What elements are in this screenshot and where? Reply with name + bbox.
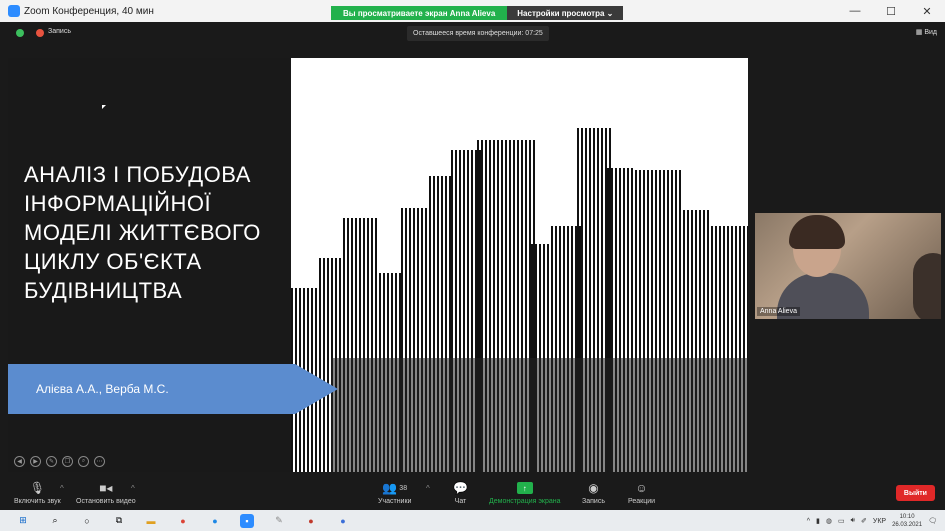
mouse-cursor-icon [102, 105, 106, 109]
start-menu-icon[interactable]: ⊞ [16, 514, 30, 528]
leave-button[interactable]: Выйти [895, 485, 935, 501]
zoom-window: Zoom Конференция, 40 мин Вы просматривае… [0, 0, 945, 531]
zoom-logo-icon [8, 5, 20, 17]
share-notice: Вы просматриваете экран Anna Alieva [331, 6, 508, 20]
pen-workspace-icon[interactable]: ✐ [861, 517, 867, 525]
slide-title: АНАЛІЗ І ПОБУДОВА ІНФОРМАЦІЙНОЇ МОДЕЛІ Ж… [24, 162, 261, 303]
windows-taskbar: ⊞ ⌕ ○ ⧉ ▬ ● ● ▪ ✎ ● ● ^ ▮ ◍ ▭ 🔊︎ ✐ УКР 1… [0, 510, 945, 531]
window-title: Zoom Конференция, 40 мин [24, 5, 154, 17]
reactions-button[interactable]: ☺ Реакции [628, 480, 655, 505]
stop-video-label: Остановить видео [76, 498, 136, 505]
stop-video-button[interactable]: ■◂ Остановить видео [76, 480, 136, 505]
skyline-stripe [323, 258, 325, 472]
meeting-toolbar: 🎙︎ Включить звук ^ ■◂ Остановить видео ^… [0, 476, 945, 510]
pen-icon[interactable]: ✎ [46, 456, 57, 467]
authors-banner: Алієва А.А., Верба М.С. [8, 364, 338, 414]
network-icon[interactable]: ◍ [826, 517, 832, 525]
participant-name: Anna Alieva [757, 307, 800, 316]
skyline-shadow [331, 358, 748, 472]
clock[interactable]: 10:10 26.03.2021 [892, 513, 922, 529]
record-button[interactable]: ◉ Запись [582, 480, 605, 505]
cortana-icon[interactable]: ○ [80, 514, 94, 528]
skyline-stripe [327, 258, 329, 472]
view-options-button[interactable]: Настройки просмотра ⌄ [507, 6, 624, 20]
reactions-icon: ☺ [635, 481, 648, 495]
next-slide-icon[interactable]: ▶ [30, 456, 41, 467]
paint-icon[interactable]: ✎ [272, 514, 286, 528]
search-icon[interactable]: ⌕ [48, 514, 62, 528]
city-skyline-image [291, 58, 748, 472]
video-options-caret-icon[interactable]: ^ [131, 484, 135, 493]
system-tray: ^ ▮ ◍ ▭ 🔊︎ ✐ УКР 10:10 26.03.2021 🗨︎ [807, 513, 937, 529]
chrome-icon[interactable]: ● [176, 514, 190, 528]
more-icon[interactable]: ⋯ [94, 456, 105, 467]
participants-caret-icon[interactable]: ^ [426, 484, 430, 493]
chat-icon: 💬 [453, 481, 468, 495]
volume-icon[interactable]: 🔊︎ [851, 517, 855, 525]
usb-icon[interactable]: ▮ [816, 517, 820, 525]
skyline-stripe [319, 258, 321, 472]
screen-share-banner: Вы просматриваете экран Anna Alieva Наст… [331, 6, 624, 20]
record-label: Запись [582, 498, 605, 505]
participants-count: 38 [399, 484, 408, 492]
participants-label: Участники [378, 498, 412, 505]
participant-hair [789, 215, 845, 249]
participants-icon: 👥 38 [382, 481, 408, 495]
participants-button[interactable]: 👥 38 Участники [378, 480, 411, 505]
reactions-label: Реакции [628, 498, 656, 505]
telegram-icon[interactable]: ● [336, 514, 350, 528]
view-label: Вид [924, 29, 937, 36]
copy-icon[interactable]: ❐ [62, 456, 73, 467]
share-screen-button[interactable]: ↑ Демонстрация экрана [489, 480, 561, 505]
meeting-top-strip: Запись Оставшееся время конференции: 07:… [0, 22, 945, 44]
record-icon: ◉ [588, 481, 599, 495]
clock-time: 10:10 [899, 514, 915, 520]
chat-button[interactable]: 💬 Чат [453, 480, 468, 505]
edge-icon[interactable]: ● [208, 514, 222, 528]
remaining-time: Оставшееся время конференции: 07:25 [407, 26, 549, 41]
share-screen-icon: ↑ [516, 482, 533, 494]
annotation-controls: ◀ ▶ ✎ ❐ ⌕ ⋯ [14, 456, 105, 467]
participant-video[interactable]: Anna Alieva [755, 213, 941, 319]
video-camera-icon: ■◂ [99, 481, 113, 495]
file-explorer-icon[interactable]: ▬ [144, 514, 158, 528]
unmute-label: Включить звук [14, 498, 61, 505]
share-screen-label: Демонстрация экрана [489, 498, 561, 505]
unmute-button[interactable]: 🎙︎ Включить звук [14, 480, 61, 505]
maximize-icon[interactable]: ☐ [873, 0, 909, 22]
close-icon[interactable]: ✕ [909, 0, 945, 22]
second-person [913, 253, 941, 319]
security-shield-icon[interactable] [16, 29, 24, 37]
slide-authors: Алієва А.А., Верба М.С. [36, 382, 169, 396]
app-icon[interactable]: ● [304, 514, 318, 528]
window-controls: — ☐ ✕ [837, 0, 945, 22]
view-button[interactable]: ▦ Вид [916, 28, 937, 36]
clock-date: 26.03.2021 [892, 522, 923, 528]
tray-expand-icon[interactable]: ^ [807, 518, 810, 525]
recording-dot-icon [36, 29, 44, 37]
prev-slide-icon[interactable]: ◀ [14, 456, 25, 467]
battery-icon[interactable]: ▭ [838, 517, 845, 525]
language-indicator[interactable]: УКР [873, 518, 886, 525]
shared-slide: АНАЛІЗ І ПОБУДОВА ІНФОРМАЦІЙНОЇ МОДЕЛІ Ж… [8, 58, 748, 472]
minimize-icon[interactable]: — [837, 0, 873, 22]
notifications-icon[interactable]: 🗨︎ [928, 517, 937, 525]
recording-label: Запись [48, 28, 71, 35]
zoom-icon[interactable]: ⌕ [78, 456, 89, 467]
zoom-taskbar-icon[interactable]: ▪ [240, 513, 254, 528]
task-view-icon[interactable]: ⧉ [112, 514, 126, 528]
audio-options-caret-icon[interactable]: ^ [60, 484, 64, 493]
chat-label: Чат [454, 498, 467, 505]
muted-mic-icon: 🎙︎ [29, 481, 45, 495]
